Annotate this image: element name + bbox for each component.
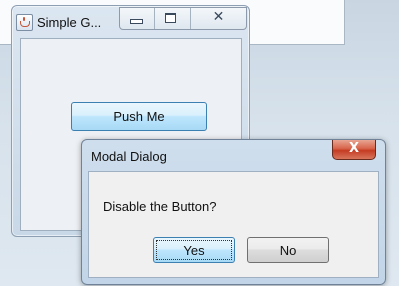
no-button[interactable]: No [247,237,329,263]
maximize-icon [165,13,177,23]
close-icon: X [348,141,360,156]
yes-button[interactable]: Yes [153,237,235,263]
window-titlebar: Simple G... [16,10,118,34]
minimize-button[interactable] [120,8,156,29]
close-icon: ✕ [212,9,225,25]
dialog-message: Disable the Button? [103,199,217,214]
maximize-button[interactable] [155,8,191,29]
modal-dialog: Modal Dialog X Disable the Button? Yes N… [81,139,386,285]
window-title: Simple G... [37,14,102,30]
dialog-close-button[interactable]: X [332,140,376,160]
java-cup-icon [16,13,33,31]
dialog-title: Modal Dialog [91,149,167,164]
close-button[interactable]: ✕ [191,8,246,29]
minimize-icon [130,19,143,24]
dialog-body: Disable the Button? Yes No [88,171,379,278]
caption-buttons: ✕ [119,7,247,30]
push-me-button[interactable]: Push Me [71,102,207,131]
